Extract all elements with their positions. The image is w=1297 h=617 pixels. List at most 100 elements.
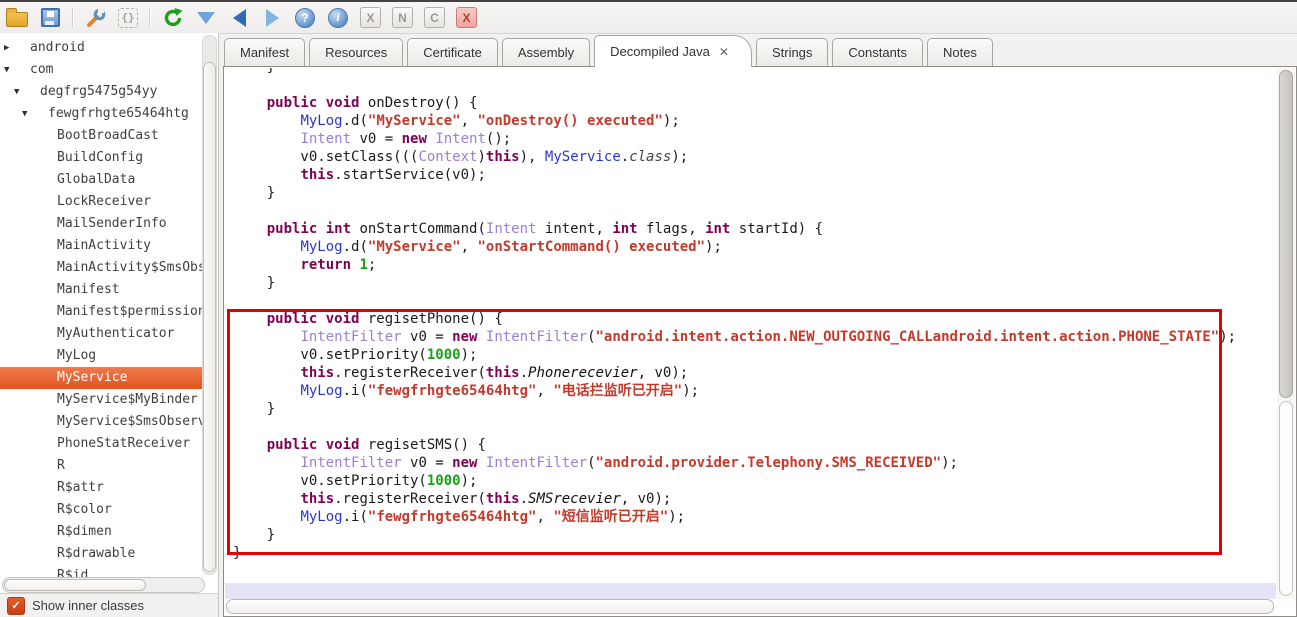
tree-item-label: MailSenderInfo [57, 216, 167, 231]
show-inner-classes-label: Show inner classes [32, 598, 144, 613]
refresh-button[interactable] [162, 7, 184, 29]
document-area: Manifest Resources Certificate AssemblyDeco… [223, 33, 1297, 617]
tree-item-label: GlobalData [57, 172, 135, 187]
forward-button[interactable] [261, 7, 283, 29]
tree-item[interactable]: BootBroadCast [0, 125, 202, 147]
tree-item[interactable]: Manifest [0, 279, 202, 301]
tree-item[interactable]: MyAuthenticator [0, 323, 202, 345]
tab-label: Certificate [423, 45, 482, 60]
tree-expanded-arrow-icon[interactable]: ▼ [22, 103, 27, 125]
editor-vertical-scrollbar-thumb[interactable] [1279, 70, 1293, 398]
tree-item[interactable]: ▼degfrg5475g54yy [0, 81, 202, 103]
code-line: Intent v0 = new Intent(); [233, 130, 1276, 148]
tree-item[interactable]: R$dimen [0, 521, 202, 543]
tab-label: Notes [943, 45, 977, 60]
tree-item[interactable]: LockReceiver [0, 191, 202, 213]
back-button[interactable] [228, 7, 250, 29]
tree-item[interactable]: MainActivity [0, 235, 202, 257]
tree-item-label: MyService [57, 370, 127, 385]
tree-item[interactable]: MailSenderInfo [0, 213, 202, 235]
tab-assembly[interactable]: Assembly [502, 38, 590, 66]
save-icon [41, 8, 60, 27]
tab-constants[interactable]: Constants [832, 38, 923, 66]
tree-expanded-arrow-icon[interactable]: ▼ [14, 81, 19, 103]
tree-item[interactable]: MainActivity$SmsObs [0, 257, 202, 279]
tree-item-label: fewgfrhgte65464htg [48, 106, 189, 121]
tree-item[interactable]: MyService$MyBinder [0, 389, 202, 411]
close-x-button[interactable]: X [456, 7, 477, 28]
tab-certificate[interactable]: Certificate [407, 38, 498, 66]
back-arrow-icon [233, 9, 246, 27]
tree-item-label: Manifest [57, 282, 120, 297]
tab-strings[interactable]: Strings [756, 38, 828, 66]
code-line [233, 292, 1276, 310]
main-area: ▶android▼com▼degfrg5475g54yy▼fewgfrhgte6… [0, 33, 1297, 617]
tree-item[interactable]: MyService$SmsObserv [0, 411, 202, 433]
editor-status-strip [225, 583, 1276, 599]
tab-resources[interactable]: Resources [309, 38, 403, 66]
x-button[interactable]: X [360, 7, 381, 28]
braces-button[interactable]: {} [118, 8, 138, 28]
tree-item-label: R$id [57, 568, 88, 577]
tree-item-label: MyService$SmsObserv [57, 414, 202, 429]
tree-item[interactable]: ▼ fewgfrhgte65464htg [0, 103, 202, 125]
code-line [233, 202, 1276, 220]
tree-horizontal-scrollbar-thumb[interactable] [4, 579, 146, 591]
tree-item-label: BuildConfig [57, 150, 143, 165]
tree-expanded-arrow-icon[interactable]: ▼ [4, 59, 9, 81]
open-file-button[interactable] [6, 7, 28, 29]
editor-vertical-scrollbar[interactable] [1277, 68, 1295, 599]
tree-item[interactable]: MyService [0, 367, 202, 389]
code-line: MyLog.d("MyService", "onStartCommand() e… [233, 238, 1276, 256]
tree-item[interactable]: R$drawable [0, 543, 202, 565]
tree-item[interactable]: ▼ com [0, 59, 202, 81]
tree-options-bar: ✓ Show inner classes [0, 593, 218, 617]
tree-vertical-scrollbar[interactable] [202, 35, 217, 575]
tree-item[interactable]: GlobalData [0, 169, 202, 191]
expand-all-button[interactable] [195, 7, 217, 29]
tree-item[interactable]: Manifest$permission [0, 301, 202, 323]
tab-label: Strings [772, 45, 812, 60]
help-button[interactable]: ? [294, 7, 316, 29]
tree-vertical-scrollbar-thumb[interactable] [203, 62, 216, 572]
tree-collapsed-arrow-icon[interactable]: ▶ [4, 37, 9, 59]
n-button[interactable]: N [392, 7, 413, 28]
tab-label: Manifest [240, 45, 289, 60]
code-line: } [233, 274, 1276, 292]
app-window: {} ? i X N C X ▶android▼com▼degfrg5 [0, 0, 1297, 617]
tab-bar: Manifest Resources Certificate AssemblyDeco… [223, 33, 1297, 66]
code-line: } [233, 68, 1276, 76]
tree-item-label: com [30, 62, 53, 77]
code-line: return 1; [233, 256, 1276, 274]
info-button[interactable]: i [327, 7, 349, 29]
show-inner-classes-checkbox[interactable]: ✓ [7, 597, 25, 615]
tree-item[interactable]: BuildConfig [0, 147, 202, 169]
tree-item[interactable]: R$attr [0, 477, 202, 499]
tree-item[interactable]: R$color [0, 499, 202, 521]
tree-item-label: BootBroadCast [57, 128, 159, 143]
tree-item[interactable]: R$id [0, 565, 202, 577]
tab-notes[interactable]: Notes [927, 38, 993, 66]
down-arrow-icon [197, 12, 215, 24]
tree-item[interactable]: ▶android [0, 37, 202, 59]
tree-item-label: R$attr [57, 480, 104, 495]
c-button[interactable]: C [424, 7, 445, 28]
sidebar: ▶android▼com▼degfrg5475g54yy▼fewgfrhgte6… [0, 33, 219, 617]
tree-horizontal-scrollbar[interactable] [2, 577, 205, 593]
tree-item-label: LockReceiver [57, 194, 151, 209]
tree-item[interactable]: R [0, 455, 202, 477]
tree-item-label: R [57, 458, 65, 473]
tab-close-icon[interactable]: ✕ [719, 45, 729, 59]
editor-horizontal-scrollbar[interactable] [226, 599, 1274, 614]
tree-item[interactable]: PhoneStatReceiver [0, 433, 202, 455]
tab-manifest[interactable]: Manifest [224, 38, 305, 66]
editor-vertical-scrollbar-track[interactable] [1279, 401, 1293, 596]
tree-item[interactable]: MyLog [0, 345, 202, 367]
save-button[interactable] [39, 7, 61, 29]
tab-label: Constants [848, 45, 907, 60]
code-line: public int onStartCommand(Intent intent,… [233, 220, 1276, 238]
code-editor[interactable]: } public void onDestroy() { MyLog.d("MyS… [223, 66, 1297, 617]
tools-button[interactable] [85, 7, 107, 29]
tab-decompiled-java[interactable]: Decompiled Java✕ [594, 35, 752, 67]
code-line: public void onDestroy() { [233, 94, 1276, 112]
